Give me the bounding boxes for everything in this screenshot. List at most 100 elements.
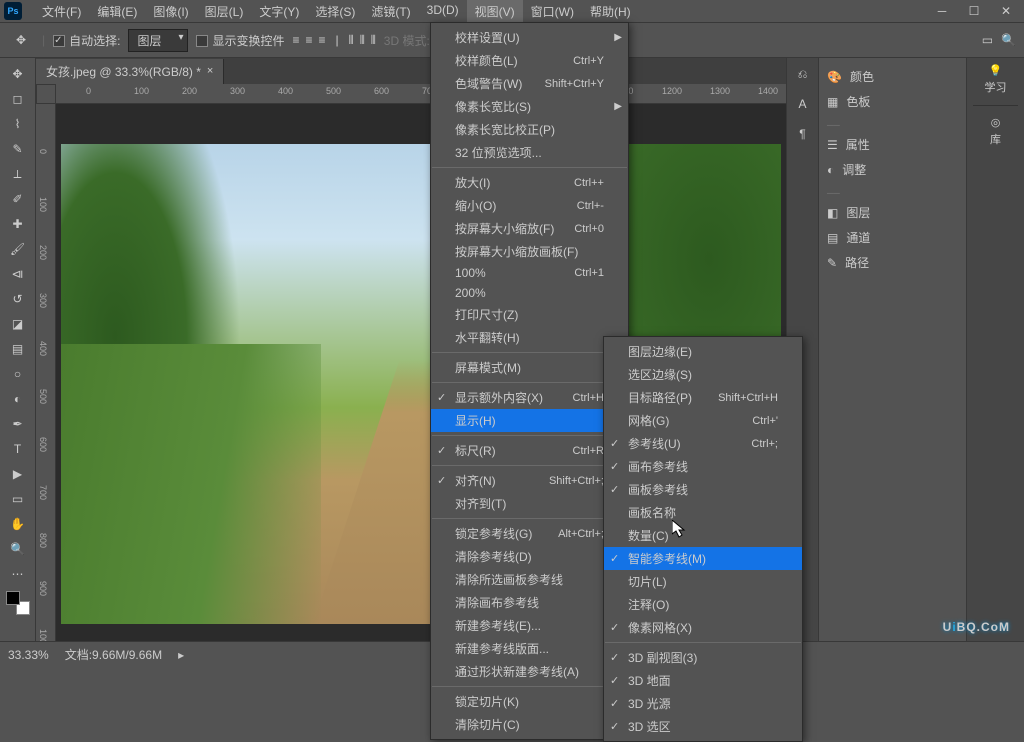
menu-item[interactable]: 像素长宽比(S)▶: [431, 95, 628, 118]
fg-bg-color[interactable]: [6, 591, 30, 615]
stamp-tool[interactable]: ⧏: [3, 262, 33, 286]
panel-libraries[interactable]: ◎库: [990, 116, 1001, 147]
menu-item[interactable]: 新建参考线(E)...: [431, 614, 628, 637]
menu-1[interactable]: 编辑(E): [89, 0, 145, 23]
eraser-tool[interactable]: ◪: [3, 312, 33, 336]
panel-learn[interactable]: 💡学习: [985, 64, 1007, 95]
menu-item[interactable]: 放大(I)Ctrl++: [431, 171, 628, 194]
quick-select-tool[interactable]: ✎: [3, 137, 33, 161]
menu-4[interactable]: 文字(Y): [251, 0, 307, 23]
menu-item[interactable]: 水平翻转(H): [431, 326, 628, 349]
menu-item[interactable]: 100%Ctrl+1: [431, 263, 628, 283]
path-select-tool[interactable]: ▶: [3, 462, 33, 486]
menu-item[interactable]: 画板名称: [604, 501, 802, 524]
panel-color[interactable]: 🎨颜色: [819, 64, 966, 89]
eyedropper-tool[interactable]: ✐: [3, 187, 33, 211]
workspace-icon[interactable]: ▭: [982, 33, 993, 47]
menu-item[interactable]: 校样颜色(L)Ctrl+Y: [431, 49, 628, 72]
pen-tool[interactable]: ✒: [3, 412, 33, 436]
menu-item[interactable]: ✓智能参考线(M): [604, 547, 802, 570]
minimize-button[interactable]: ─: [928, 2, 956, 20]
menu-item[interactable]: ✓3D 光源: [604, 692, 802, 715]
menu-item[interactable]: 选区边缘(S): [604, 363, 802, 386]
distribute-icon[interactable]: ⫴: [371, 33, 376, 48]
menu-3[interactable]: 图层(L): [197, 0, 252, 23]
menu-0[interactable]: 文件(F): [34, 0, 89, 23]
show-transform-checkbox[interactable]: 显示变换控件: [196, 32, 284, 49]
menu-item[interactable]: 目标路径(P)Shift+Ctrl+H: [604, 386, 802, 409]
align-center-icon[interactable]: ≡: [306, 33, 313, 48]
menu-item[interactable]: 屏幕模式(M)▶: [431, 356, 628, 379]
marquee-tool[interactable]: ◻: [3, 87, 33, 111]
heal-tool[interactable]: ✚: [3, 212, 33, 236]
menu-item[interactable]: ✓像素网格(X): [604, 616, 802, 639]
menu-item[interactable]: 锁定切片(K): [431, 690, 628, 713]
paragraph-panel-icon[interactable]: ¶: [792, 124, 814, 144]
menu-item[interactable]: 200%: [431, 283, 628, 303]
menu-5[interactable]: 选择(S): [307, 0, 363, 23]
align-left-icon[interactable]: ≡: [292, 33, 299, 48]
menu-item[interactable]: 对齐到(T)▶: [431, 492, 628, 515]
search-icon[interactable]: 🔍: [1001, 33, 1016, 47]
move-tool[interactable]: ✥: [3, 62, 33, 86]
menu-7[interactable]: 3D(D): [419, 0, 467, 23]
menu-item[interactable]: 网格(G)Ctrl+': [604, 409, 802, 432]
menu-item[interactable]: 显示(H)▶: [431, 409, 628, 432]
auto-select-checkbox[interactable]: 自动选择:: [53, 32, 120, 49]
menu-item[interactable]: 打印尺寸(Z): [431, 303, 628, 326]
history-panel-icon[interactable]: ⎌: [792, 64, 814, 84]
panel-layers[interactable]: ◧图层: [819, 200, 966, 225]
menu-item[interactable]: 图层边缘(E): [604, 340, 802, 363]
ruler-horizontal[interactable]: 0100200300400500600700800900100011001200…: [56, 84, 786, 104]
zoom-level[interactable]: 33.33%: [8, 648, 49, 662]
menu-item[interactable]: ✓标尺(R)Ctrl+R: [431, 439, 628, 462]
menu-item[interactable]: ✓3D 副视图(3): [604, 646, 802, 669]
type-tool[interactable]: T: [3, 437, 33, 461]
distribute-icon[interactable]: ⫴: [349, 33, 354, 48]
menu-8[interactable]: 视图(V): [467, 0, 523, 23]
menu-item[interactable]: 新建参考线版面...: [431, 637, 628, 660]
document-tab[interactable]: 女孩.jpeg @ 33.3%(RGB/8) * ×: [36, 59, 224, 84]
move-tool-icon[interactable]: ✥: [8, 27, 34, 53]
menu-item[interactable]: 切片(L): [604, 570, 802, 593]
doc-info-arrow-icon[interactable]: ▸: [178, 648, 184, 662]
menu-item[interactable]: 校样设置(U)▶: [431, 26, 628, 49]
tab-close-icon[interactable]: ×: [207, 65, 213, 77]
doc-info[interactable]: 文档:9.66M/9.66M: [65, 646, 162, 663]
menu-item[interactable]: ✓对齐(N)Shift+Ctrl+;: [431, 469, 628, 492]
menu-item[interactable]: ✓画布参考线: [604, 455, 802, 478]
menu-6[interactable]: 滤镜(T): [363, 0, 418, 23]
distribute-icon[interactable]: ⫴: [360, 33, 365, 48]
panel-properties[interactable]: ☰属性: [819, 132, 966, 157]
blur-tool[interactable]: ○: [3, 362, 33, 386]
menu-item[interactable]: ✓3D 选区: [604, 715, 802, 738]
menu-item[interactable]: ✓显示额外内容(X)Ctrl+H: [431, 386, 628, 409]
brush-tool[interactable]: 🖌: [3, 237, 33, 261]
menu-item[interactable]: 色域警告(W)Shift+Ctrl+Y: [431, 72, 628, 95]
panel-paths[interactable]: ✎路径: [819, 250, 966, 275]
zoom-tool[interactable]: 🔍: [3, 537, 33, 561]
menu-2[interactable]: 图像(I): [145, 0, 196, 23]
lasso-tool[interactable]: ⌇: [3, 112, 33, 136]
close-button[interactable]: ✕: [992, 2, 1020, 20]
maximize-button[interactable]: ☐: [960, 2, 988, 20]
gradient-tool[interactable]: ▤: [3, 337, 33, 361]
edit-toolbar[interactable]: ⋯: [3, 562, 33, 586]
auto-select-target-dropdown[interactable]: 图层: [128, 29, 188, 52]
shape-tool[interactable]: ▭: [3, 487, 33, 511]
history-brush-tool[interactable]: ↺: [3, 287, 33, 311]
crop-tool[interactable]: ⟂: [3, 162, 33, 186]
dodge-tool[interactable]: ◐: [3, 387, 33, 411]
panel-channels[interactable]: ▤通道: [819, 225, 966, 250]
menu-item[interactable]: 缩小(O)Ctrl+-: [431, 194, 628, 217]
align-right-icon[interactable]: ≡: [319, 33, 326, 48]
panel-adjustments[interactable]: ◐调整: [819, 157, 966, 182]
menu-10[interactable]: 帮助(H): [582, 0, 639, 23]
menu-item[interactable]: 按屏幕大小缩放(F)Ctrl+0: [431, 217, 628, 240]
ruler-vertical[interactable]: 01002003004005006007008009001000: [36, 104, 56, 641]
menu-item[interactable]: ✓3D 地面: [604, 669, 802, 692]
hand-tool[interactable]: ✋: [3, 512, 33, 536]
panel-swatches[interactable]: ▦色板: [819, 89, 966, 114]
character-panel-icon[interactable]: A: [792, 94, 814, 114]
menu-item[interactable]: 锁定参考线(G)Alt+Ctrl+;: [431, 522, 628, 545]
